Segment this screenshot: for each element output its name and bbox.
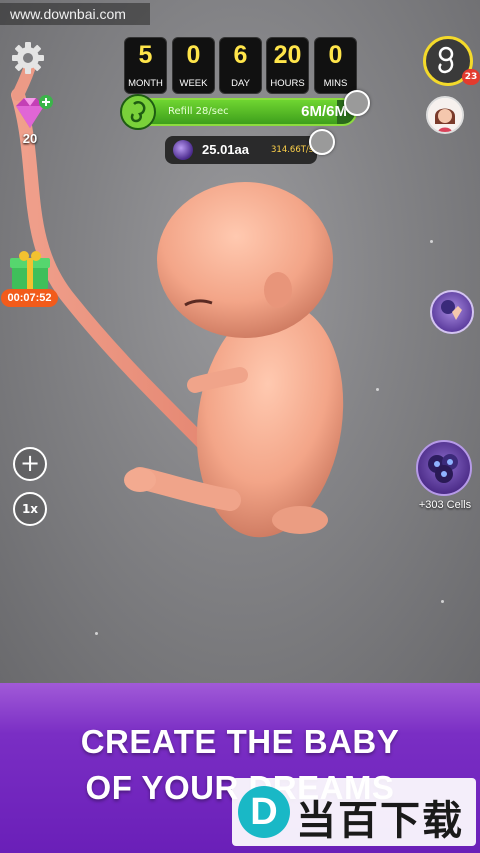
watermark-logo: D 当百下载 — [232, 778, 476, 846]
timer-day: 6 DAY — [219, 37, 262, 94]
timer-mins-value: 0 — [328, 41, 343, 69]
cells-icon[interactable] — [416, 440, 472, 496]
gear-icon[interactable] — [10, 40, 46, 76]
fetus-icon — [120, 94, 156, 130]
refill-knob[interactable] — [344, 90, 370, 116]
cells-value: 25.01aa — [202, 142, 249, 157]
tap-cells-icon[interactable] — [430, 290, 474, 334]
timer-hours-unit: HOURS — [270, 78, 305, 89]
timer-week-value: 0 — [186, 41, 201, 69]
timer-mins: 0 MINS — [314, 37, 357, 94]
watermark-url: www.downbai.com — [0, 3, 150, 25]
refill-bar: Refill 28/sec 6M/6M — [124, 98, 357, 126]
refill-label: Refill 28/sec — [168, 106, 229, 117]
timer-week: 0 WEEK — [172, 37, 215, 94]
gift-icon[interactable] — [8, 248, 52, 292]
timer-hours-value: 20 — [273, 41, 302, 69]
refill-amount: 6M/6M — [301, 103, 347, 120]
watermark-logo-mark: D — [238, 786, 290, 838]
watermark-logo-text: 当百下载 — [296, 798, 464, 844]
timer-month: 5 MONTH — [124, 37, 167, 94]
cell-icon — [173, 140, 193, 160]
timer-day-value: 6 — [233, 41, 248, 69]
timer-month-value: 5 — [138, 41, 153, 69]
gem-count: 20 — [22, 131, 38, 146]
gift-timer: 00:07:52 — [1, 289, 58, 307]
plus-button[interactable]: + — [13, 447, 47, 481]
cells-counter: 25.01aa 314.66T/sec — [165, 136, 323, 164]
timer-month-unit: MONTH — [128, 78, 163, 89]
timer-day-unit: DAY — [231, 78, 250, 89]
timer-mins-unit: MINS — [323, 78, 348, 89]
gem-icon — [16, 95, 53, 128]
timer-week-unit: WEEK — [179, 78, 208, 89]
timer-hours: 20 HOURS — [266, 37, 309, 94]
cells-knob[interactable] — [309, 129, 335, 155]
notification-badge: 23 — [462, 69, 480, 85]
speed-button[interactable]: 1x — [13, 492, 47, 526]
banner-line-1: CREATE THE BABY — [80, 723, 400, 760]
cells-reward-label: +303 Cells — [418, 499, 472, 511]
avatar-icon[interactable] — [426, 96, 464, 134]
